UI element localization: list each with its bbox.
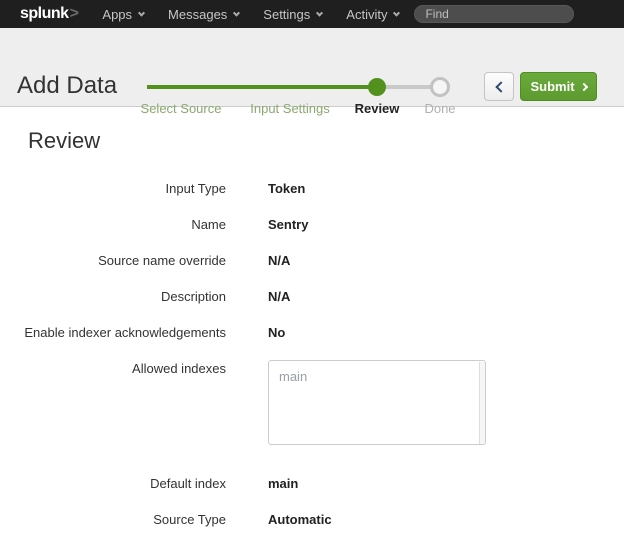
field-value: main	[268, 476, 298, 491]
step-label-done: Done	[424, 101, 455, 116]
splunk-logo[interactable]: splunk>	[20, 5, 78, 23]
field-label: Input Type	[0, 181, 226, 196]
field-label: Source Type	[0, 512, 226, 527]
field-value: No	[268, 325, 285, 340]
field-row-indexer-acknowledgements: Enable indexer acknowledgements No	[0, 314, 624, 350]
progress-track-complete	[147, 85, 377, 89]
field-label: Enable indexer acknowledgements	[0, 325, 226, 340]
field-label: Default index	[0, 476, 226, 491]
chevron-right-icon	[579, 82, 587, 90]
submit-button-label: Submit	[530, 79, 574, 94]
nav-menu-activity[interactable]: Activity	[346, 7, 399, 22]
nav-menu-activity-label: Activity	[346, 7, 387, 22]
chevron-down-icon	[138, 9, 145, 16]
textarea-scrollbar[interactable]	[479, 362, 485, 445]
field-value: Token	[268, 181, 305, 196]
top-nav: splunk> Apps Messages Settings Activity	[0, 0, 624, 28]
field-row-input-type: Input Type Token	[0, 170, 624, 206]
step-current-dot	[368, 78, 386, 96]
chevron-down-icon	[316, 9, 323, 16]
step-label-select-source: Select Source	[141, 101, 222, 116]
field-label: Name	[0, 217, 226, 232]
chevron-left-icon	[495, 81, 506, 92]
field-value: N/A	[268, 289, 290, 304]
page-title: Add Data	[17, 72, 117, 100]
review-form: Input Type Token Name Sentry Source name…	[0, 170, 624, 537]
field-value: Automatic	[268, 512, 332, 527]
field-row-name: Name Sentry	[0, 206, 624, 242]
chevron-down-icon	[393, 9, 400, 16]
nav-menu-messages[interactable]: Messages	[168, 7, 239, 22]
back-button[interactable]	[484, 72, 514, 101]
find-input[interactable]	[414, 5, 574, 23]
field-row-source-name-override: Source name override N/A	[0, 242, 624, 278]
nav-menu-settings-label: Settings	[263, 7, 310, 22]
allowed-indexes-value: main	[279, 369, 307, 384]
field-value: Sentry	[268, 217, 308, 232]
nav-menu-settings[interactable]: Settings	[263, 7, 322, 22]
step-done-circle	[430, 77, 450, 97]
review-heading: Review	[28, 128, 624, 154]
field-value: N/A	[268, 253, 290, 268]
nav-menu-messages-label: Messages	[168, 7, 227, 22]
allowed-indexes-textarea[interactable]: main	[268, 360, 486, 445]
field-label: Source name override	[0, 253, 226, 268]
splunk-logo-text: splunk	[20, 5, 69, 22]
step-label-review: Review	[355, 101, 400, 116]
field-row-default-index: Default index main	[0, 465, 624, 501]
submit-button[interactable]: Submit	[520, 72, 597, 101]
review-panel: Review Input Type Token Name Sentry Sour…	[0, 128, 624, 537]
nav-menu-apps[interactable]: Apps	[102, 7, 144, 22]
splunk-logo-caret: >	[70, 5, 79, 22]
step-label-input-settings: Input Settings	[250, 101, 330, 116]
field-row-source-type: Source Type Automatic	[0, 501, 624, 537]
field-label: Description	[0, 289, 226, 304]
wizard-header: Add Data Select Source Input Settings Re…	[0, 28, 624, 107]
field-label: Allowed indexes	[0, 350, 226, 376]
field-row-allowed-indexes: Allowed indexes main	[0, 350, 624, 465]
chevron-down-icon	[233, 9, 240, 16]
field-row-description: Description N/A	[0, 278, 624, 314]
nav-menu-apps-label: Apps	[102, 7, 132, 22]
